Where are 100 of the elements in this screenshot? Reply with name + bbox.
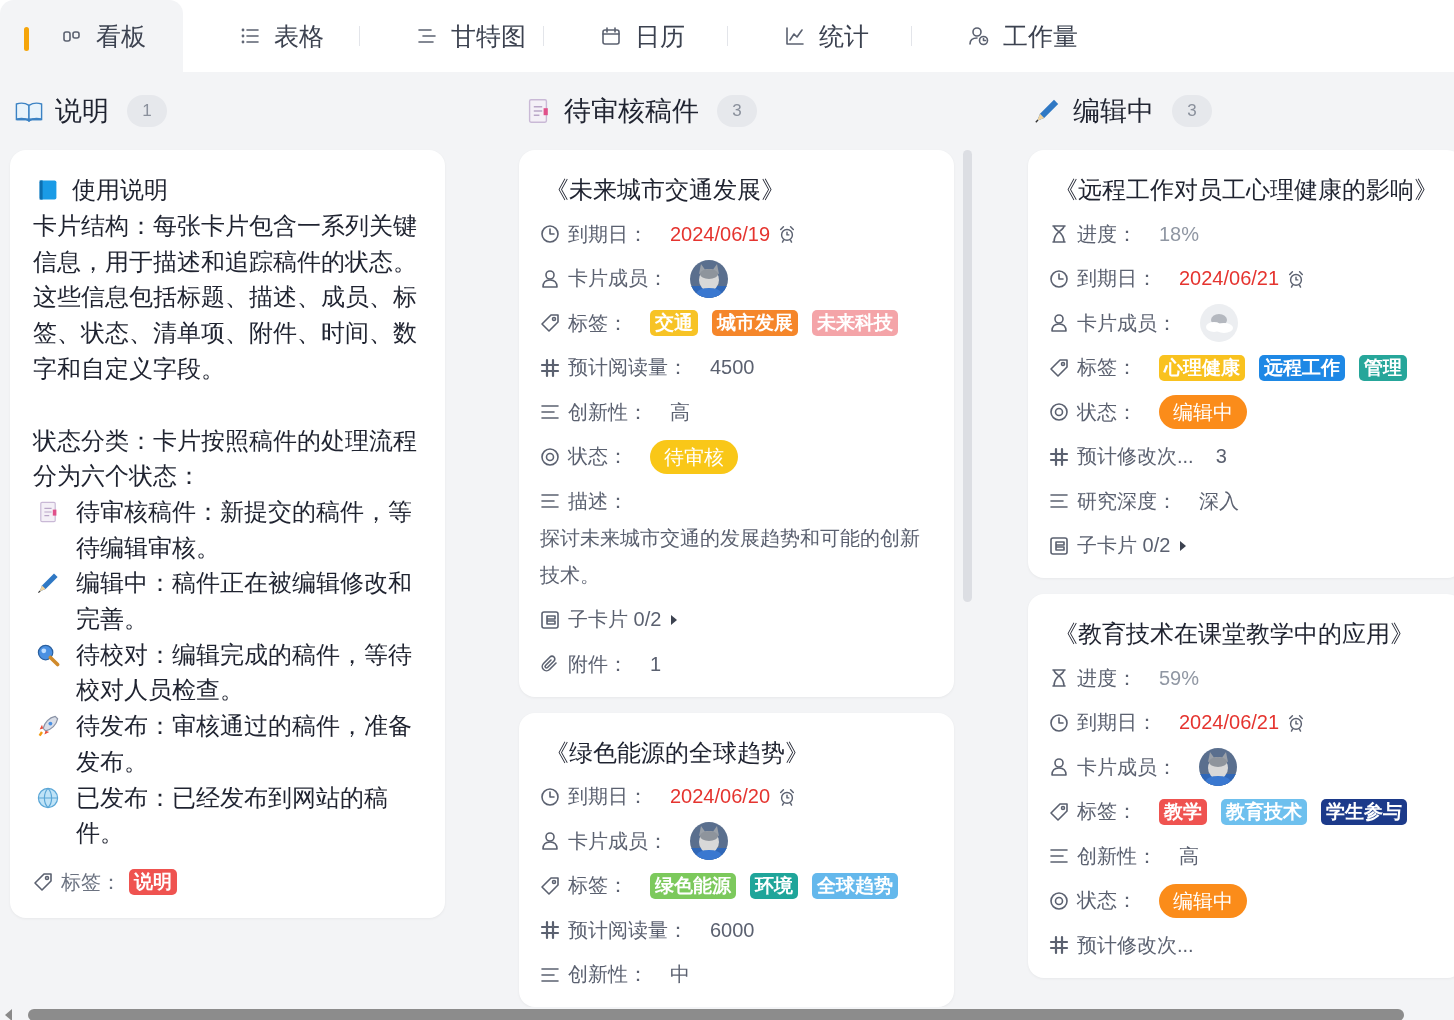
tab[interactable]: 甘特图 bbox=[360, 0, 543, 72]
field-label: 标签： bbox=[1077, 355, 1137, 381]
field-value: 6000 bbox=[710, 918, 755, 942]
field-label: 进度： bbox=[1077, 665, 1137, 691]
subcard-icon bbox=[1049, 535, 1069, 556]
field-label: 描述： bbox=[568, 488, 628, 514]
tag: 教育技术 bbox=[1221, 798, 1307, 825]
tab[interactable]: 日历 bbox=[544, 0, 727, 72]
tag-icon bbox=[540, 313, 560, 334]
task-card[interactable]: 《远程工作对员工心理健康的影响》 进度： 18% 到期日： 2024/06/21 卡片成员： 标签： 心理健康 远程工作 管理 状态： 编辑中 预计修改次... 3 研究深度： 深入 子卡片 0/2 bbox=[1028, 150, 1454, 578]
field-label: 创新性： bbox=[1077, 843, 1157, 869]
column-title: 说明 bbox=[55, 95, 109, 128]
clock-icon bbox=[1049, 712, 1069, 733]
subcard-toggle[interactable]: 子卡片 0/2 bbox=[1077, 532, 1171, 560]
field-label: 到期日： bbox=[1077, 710, 1157, 736]
tag: 管理 bbox=[1359, 354, 1407, 381]
count-badge: 3 bbox=[1172, 95, 1212, 127]
field-label: 到期日： bbox=[1077, 266, 1157, 292]
card-title: 《绿色能源的全球趋势》 bbox=[545, 737, 810, 768]
tag: 教学 bbox=[1159, 798, 1207, 825]
note-card[interactable] bbox=[10, 150, 445, 918]
alarm-clock-icon bbox=[778, 787, 797, 806]
field-label: 卡片成员： bbox=[1077, 310, 1177, 336]
note-paragraph: 待发布：审核通过的稿件，准备发布。 bbox=[76, 711, 413, 777]
pen-icon bbox=[1033, 97, 1061, 125]
task-card[interactable]: 《绿色能源的全球趋势》 到期日： 2024/06/20 卡片成员： 标签： 绿色能源 环境 全球趋势 预计阅读量： 6000 创新性： 中 bbox=[519, 712, 954, 1007]
card-title: 《未来城市交通发展》 bbox=[545, 175, 786, 205]
tag: 交通 bbox=[650, 310, 698, 337]
field-label: 状态： bbox=[1077, 888, 1137, 914]
active-indicator bbox=[24, 27, 29, 51]
field-value: 4500 bbox=[710, 356, 755, 380]
status-pill: 待审核 bbox=[650, 439, 738, 474]
field-value: 深入 bbox=[1199, 488, 1239, 514]
hourglass-icon bbox=[1049, 668, 1069, 689]
note-paragraph: 待审核稿件：新提交的稿件，等待编辑审核。 bbox=[76, 496, 413, 563]
due-date: 2024/06/21 bbox=[1179, 711, 1280, 735]
field-label: 预计修改次... bbox=[1077, 444, 1194, 470]
gantt-icon bbox=[417, 26, 437, 46]
subcard-toggle[interactable]: 子卡片 0/2 bbox=[568, 606, 662, 634]
tag: 城市发展 bbox=[712, 310, 798, 337]
tab[interactable]: 看板 bbox=[0, 0, 183, 72]
due-date: 2024/06/19 bbox=[670, 222, 771, 246]
field-value: 中 bbox=[670, 962, 690, 988]
person-icon bbox=[1049, 313, 1069, 334]
tag: 环境 bbox=[750, 872, 798, 899]
field-value: 高 bbox=[670, 399, 690, 425]
field-label: 状态： bbox=[1077, 399, 1137, 425]
clock-icon bbox=[1049, 268, 1069, 289]
card-title: 《教育技术在课堂教学中的应用》 bbox=[1054, 619, 1415, 649]
tag: 心理健康 bbox=[1159, 354, 1245, 381]
hash-icon bbox=[1049, 446, 1069, 467]
field-value: 3 bbox=[1215, 445, 1227, 469]
paperclip-icon bbox=[540, 654, 560, 675]
field-label: 到期日： bbox=[568, 221, 648, 247]
status-pill: 编辑中 bbox=[1159, 395, 1247, 430]
hash-icon bbox=[540, 920, 560, 941]
hash-icon bbox=[1049, 935, 1069, 956]
caret-icon bbox=[1180, 540, 1187, 551]
field-value: 1 bbox=[650, 652, 662, 676]
tag: 远程工作 bbox=[1259, 354, 1345, 381]
hash-icon bbox=[540, 357, 560, 378]
person-icon bbox=[540, 831, 560, 852]
tab[interactable]: 工作量 bbox=[912, 0, 1095, 72]
tag: 未来科技 bbox=[812, 310, 898, 337]
field-label: 标签： bbox=[568, 873, 628, 899]
scrollbar[interactable] bbox=[28, 1008, 1404, 1020]
alarm-clock-icon bbox=[1287, 269, 1306, 288]
field-label: 创新性： bbox=[568, 962, 648, 988]
field-label: 预计阅读量： bbox=[568, 917, 688, 943]
list-icon bbox=[240, 26, 260, 46]
field-label: 预计修改次... bbox=[1077, 932, 1194, 958]
due-date: 2024/06/21 bbox=[1179, 267, 1280, 291]
field-value: 59% bbox=[1159, 666, 1200, 690]
tab[interactable]: 统计 bbox=[728, 0, 911, 72]
field-label: 标签： bbox=[568, 310, 628, 336]
globe-icon bbox=[36, 785, 60, 810]
tab[interactable]: 表格 bbox=[183, 0, 359, 72]
person-icon bbox=[1049, 757, 1069, 778]
note-paragraph: 编辑中：稿件正在被编辑修改和完善。 bbox=[76, 568, 413, 635]
task-card[interactable]: 《教育技术在课堂教学中的应用》 进度： 59% 到期日： 2024/06/21 卡片成员： 标签： 教学 教育技术 学生参与 创新性： 高 状态： 编辑中 预计修改次... bbox=[1028, 594, 1454, 978]
note-paragraph: 状态分类：卡片按照稿件的处理流程分为六个状态： bbox=[33, 425, 418, 492]
column-title: 编辑中 bbox=[1073, 95, 1154, 128]
field-label: 标签： bbox=[61, 869, 121, 895]
field-label: 研究深度： bbox=[1077, 488, 1177, 514]
due-date: 2024/06/20 bbox=[670, 785, 771, 809]
scroll-left-icon[interactable] bbox=[5, 1008, 12, 1020]
note-paragraph: 待校对：编辑完成的稿件，等待校对人员检查。 bbox=[76, 639, 413, 706]
field-label: 卡片成员： bbox=[1077, 754, 1177, 780]
target-icon bbox=[1049, 402, 1069, 423]
field-label: 进度： bbox=[1077, 221, 1137, 247]
target-icon bbox=[540, 446, 560, 467]
count-badge: 3 bbox=[717, 95, 757, 127]
field-label: 卡片成员： bbox=[568, 828, 668, 854]
rocket-icon bbox=[36, 714, 60, 739]
alarm-clock-icon bbox=[778, 225, 797, 244]
task-card[interactable]: 《未来城市交通发展》 到期日： 2024/06/19 卡片成员： 标签： 交通 城市发展 未来科技 预计阅读量： 4500 创新性： 高 状态： 待审核 描述： 探讨未来城市交通的发展趋势和可能的创新技术。 子卡片 0/2 附件： 1 bbox=[519, 150, 954, 697]
status-pill: 编辑中 bbox=[1159, 883, 1247, 918]
field-label: 卡片成员： bbox=[568, 266, 668, 292]
note-paragraph: 卡片结构：每张卡片包含一系列关键信息，用于描述和追踪稿件的状态。这些信息包括标题、描述、成员、标签、状态、清单项、附件、时间、数字和自定义字段。 bbox=[33, 211, 418, 384]
card-title: 《远程工作对员工心理健康的影响》 bbox=[1054, 175, 1439, 205]
